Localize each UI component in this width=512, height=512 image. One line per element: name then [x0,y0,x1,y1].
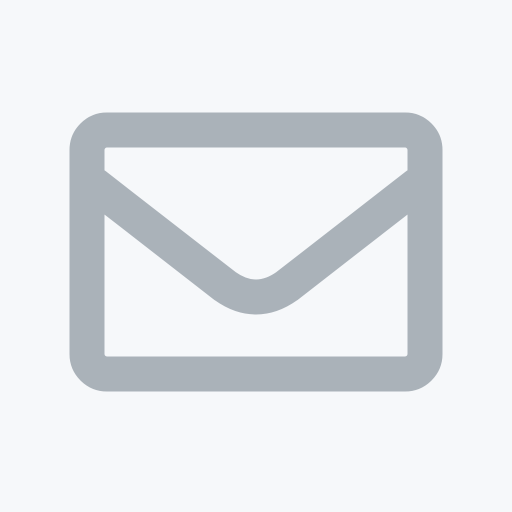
mail-icon [0,0,512,512]
mail-icon-svg [69,112,443,392]
icon-canvas [0,0,512,512]
envelope-body [69,112,443,392]
envelope-flap [77,167,435,315]
